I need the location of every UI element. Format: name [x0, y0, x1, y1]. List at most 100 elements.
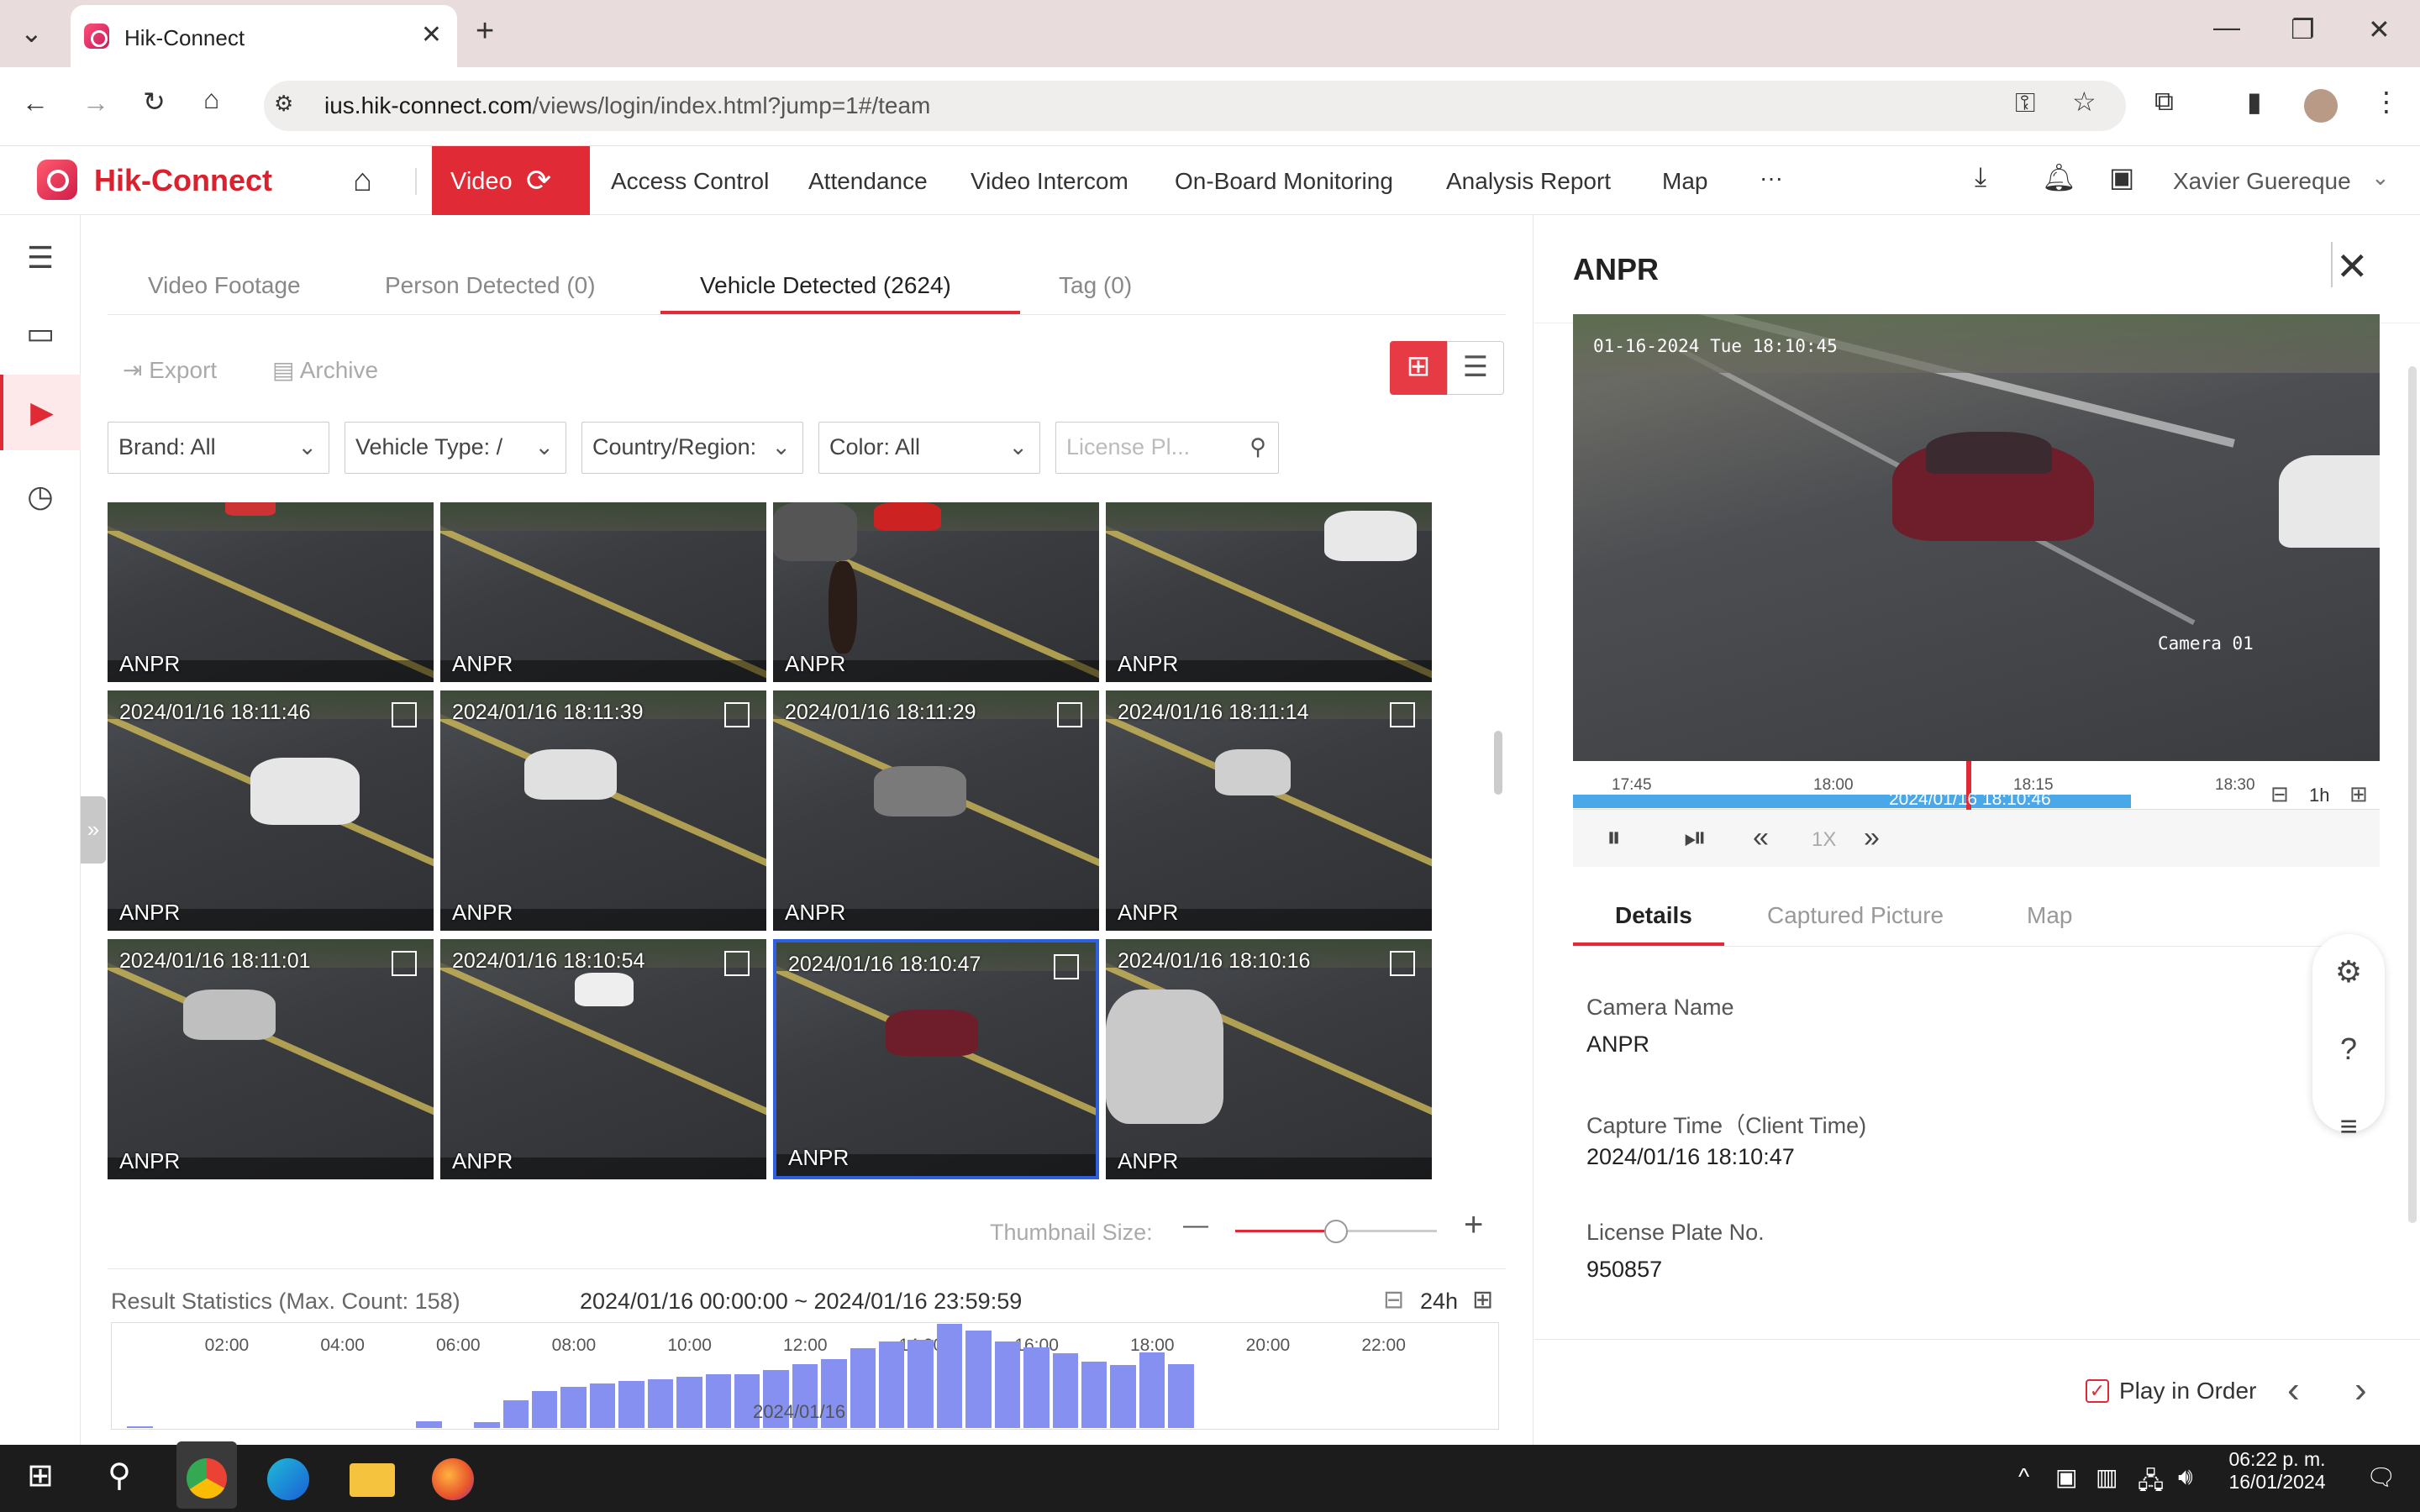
histogram-bar[interactable]	[416, 1421, 442, 1428]
thumbnail-card[interactable]: 2024/01/16 18:10:47 ANPR	[773, 939, 1099, 1179]
live-view-camera-icon[interactable]: ▭	[0, 296, 81, 371]
restore-icon[interactable]: ❐	[2291, 13, 2315, 45]
switch-refresh-icon[interactable]: ⟳	[526, 163, 551, 198]
list-options-icon[interactable]: ≡	[2312, 1109, 2385, 1144]
nav-onboard-monitoring[interactable]: On-Board Monitoring	[1175, 168, 1393, 195]
thumbnail-card[interactable]: 2024/01/16 18:11:14 ANPR	[1106, 690, 1432, 931]
grid-view-button[interactable]: ⊞	[1390, 341, 1447, 395]
histogram-bar[interactable]	[850, 1348, 876, 1428]
list-view-button[interactable]: ☰	[1447, 341, 1504, 395]
video-player[interactable]	[1573, 314, 2380, 761]
close-panel-icon[interactable]: ✕	[2336, 244, 2369, 289]
thumbnail-card[interactable]: 2024/01/16 18:10:54 ANPR	[440, 939, 766, 1179]
bookmark-star-icon[interactable]: ☆	[2072, 86, 2096, 118]
browser-menu-icon[interactable]: ⋮	[2373, 86, 2400, 118]
play-in-order-checkbox[interactable]: ✓	[2086, 1379, 2109, 1403]
help-icon[interactable]: ?	[2312, 1032, 2385, 1067]
histogram-bar[interactable]	[502, 1400, 529, 1428]
user-name[interactable]: Xavier Guereque	[2173, 168, 2351, 195]
timeline-zoom-in-icon[interactable]: ⊞	[2349, 781, 2368, 807]
histogram-bar[interactable]	[879, 1341, 905, 1428]
timeline-zoom-out-icon[interactable]: ⊟	[2270, 781, 2289, 807]
password-key-icon[interactable]: ⚿	[2015, 87, 2035, 119]
taskbar-clock[interactable]: 06:22 p. m. 16/01/2024	[2218, 1448, 2336, 1494]
nav-video-intercom[interactable]: Video Intercom	[971, 168, 1128, 195]
thumbnail-card[interactable]: ANPR	[440, 502, 766, 682]
schedule-playback-icon[interactable]: ◷	[0, 459, 81, 534]
tab-captured-picture[interactable]: Captured Picture	[1767, 902, 1944, 929]
thumbnail-card[interactable]: 2024/01/16 18:11:29 ANPR	[773, 690, 1099, 931]
thumbnail-card[interactable]: ANPR	[1106, 502, 1432, 682]
histogram-bar[interactable]	[1110, 1364, 1136, 1428]
tray-chevron-icon[interactable]: ^	[2018, 1463, 2029, 1490]
histogram-bar[interactable]	[560, 1386, 587, 1428]
select-checkbox[interactable]	[1390, 702, 1415, 727]
select-checkbox[interactable]	[392, 951, 417, 976]
histogram-bar[interactable]	[1081, 1361, 1107, 1428]
zoom-out-icon[interactable]: —	[1183, 1211, 1208, 1240]
histogram-bar[interactable]	[647, 1378, 674, 1428]
vehicle-type-filter[interactable]: Vehicle Type: / ⌄	[345, 422, 566, 474]
thumbnail-card[interactable]: 2024/01/16 18:10:16 ANPR	[1106, 939, 1432, 1179]
playback-icon[interactable]: ▶	[0, 375, 81, 450]
archive-button[interactable]: ▤ Archive	[272, 356, 378, 384]
taskbar-search-icon[interactable]: ⚲	[96, 1457, 143, 1500]
windows-start-icon[interactable]: ⊞	[17, 1457, 64, 1500]
histogram-bar[interactable]	[705, 1374, 731, 1428]
select-checkbox[interactable]	[1054, 954, 1079, 979]
previous-icon[interactable]: ‹	[2287, 1369, 2300, 1411]
select-checkbox[interactable]	[724, 951, 750, 976]
speed-up-icon[interactable]: »	[1864, 822, 1880, 854]
profile-avatar[interactable]	[2304, 89, 2338, 123]
close-tab-icon[interactable]: ✕	[421, 20, 442, 50]
taskbar-edge-icon[interactable]	[267, 1458, 309, 1500]
next-icon[interactable]: ›	[2354, 1369, 2367, 1411]
taskbar-file-explorer-icon[interactable]	[350, 1463, 395, 1497]
tab-vehicle-detected[interactable]: Vehicle Detected (2624)	[700, 272, 951, 299]
histogram-bar[interactable]	[127, 1425, 153, 1428]
select-checkbox[interactable]	[1057, 702, 1082, 727]
volume-icon[interactable]: 🔊︎	[2178, 1463, 2193, 1491]
panel-scrollbar[interactable]	[2408, 366, 2417, 1223]
tray-app-icon[interactable]: ▣	[2055, 1463, 2077, 1491]
window-close-icon[interactable]: ✕	[2368, 13, 2391, 45]
histogram-bar[interactable]	[1168, 1363, 1194, 1428]
nav-map[interactable]: Map	[1662, 168, 1707, 195]
nav-more-icon[interactable]: ···	[1760, 165, 1783, 192]
search-icon[interactable]: ⚲	[1249, 434, 1266, 460]
grid-scrollbar[interactable]	[1494, 731, 1502, 795]
thumbnail-card[interactable]: 2024/01/16 18:11:39 ANPR	[440, 690, 766, 931]
export-button[interactable]: ⇥ Export	[123, 356, 217, 384]
nav-video[interactable]: Video ⟳	[432, 146, 590, 215]
menu-collapse-icon[interactable]: ☰	[0, 220, 81, 296]
browser-tab[interactable]: Hik-Connect ✕	[71, 5, 457, 67]
home-nav-icon[interactable]: ⌂	[353, 163, 372, 199]
histogram-bar[interactable]	[618, 1381, 644, 1428]
expand-panel-handle[interactable]: »	[81, 796, 106, 864]
stats-zoom-out-icon[interactable]: ⊟	[1383, 1285, 1404, 1315]
tab-person-detected[interactable]: Person Detected (0)	[385, 272, 596, 299]
histogram-bar[interactable]	[1139, 1352, 1165, 1428]
site-info-icon[interactable]: ⚙	[274, 91, 293, 117]
user-menu-chevron-icon[interactable]: ⌄	[2371, 165, 2390, 191]
forward-icon[interactable]: →	[82, 87, 109, 118]
home-icon[interactable]: ⌂	[203, 84, 219, 115]
license-plate-search-input[interactable]: License Pl... ⚲	[1055, 422, 1279, 474]
histogram-bar[interactable]	[532, 1391, 558, 1428]
network-icon[interactable]: 🖧︎	[2138, 1463, 2164, 1504]
histogram-bar[interactable]	[676, 1376, 702, 1428]
side-panel-icon[interactable]: ▮	[2247, 86, 2262, 118]
select-checkbox[interactable]	[724, 702, 750, 727]
nav-analysis-report[interactable]: Analysis Report	[1446, 168, 1611, 195]
taskbar-firefox-icon[interactable]	[432, 1458, 474, 1500]
stats-zoom-in-icon[interactable]: ⊞	[1472, 1285, 1493, 1315]
thumbnail-card[interactable]: ANPR	[773, 502, 1099, 682]
minimize-icon[interactable]: —	[2213, 12, 2240, 43]
nav-access-control[interactable]: Access Control	[611, 168, 769, 195]
slow-down-icon[interactable]: «	[1753, 822, 1769, 854]
thumbnail-size-handle[interactable]	[1324, 1220, 1348, 1243]
back-icon[interactable]: ←	[22, 87, 49, 118]
nav-attendance[interactable]: Attendance	[808, 168, 928, 195]
thumbnail-card[interactable]: ANPR	[108, 502, 434, 682]
reload-icon[interactable]: ↻	[143, 86, 166, 118]
